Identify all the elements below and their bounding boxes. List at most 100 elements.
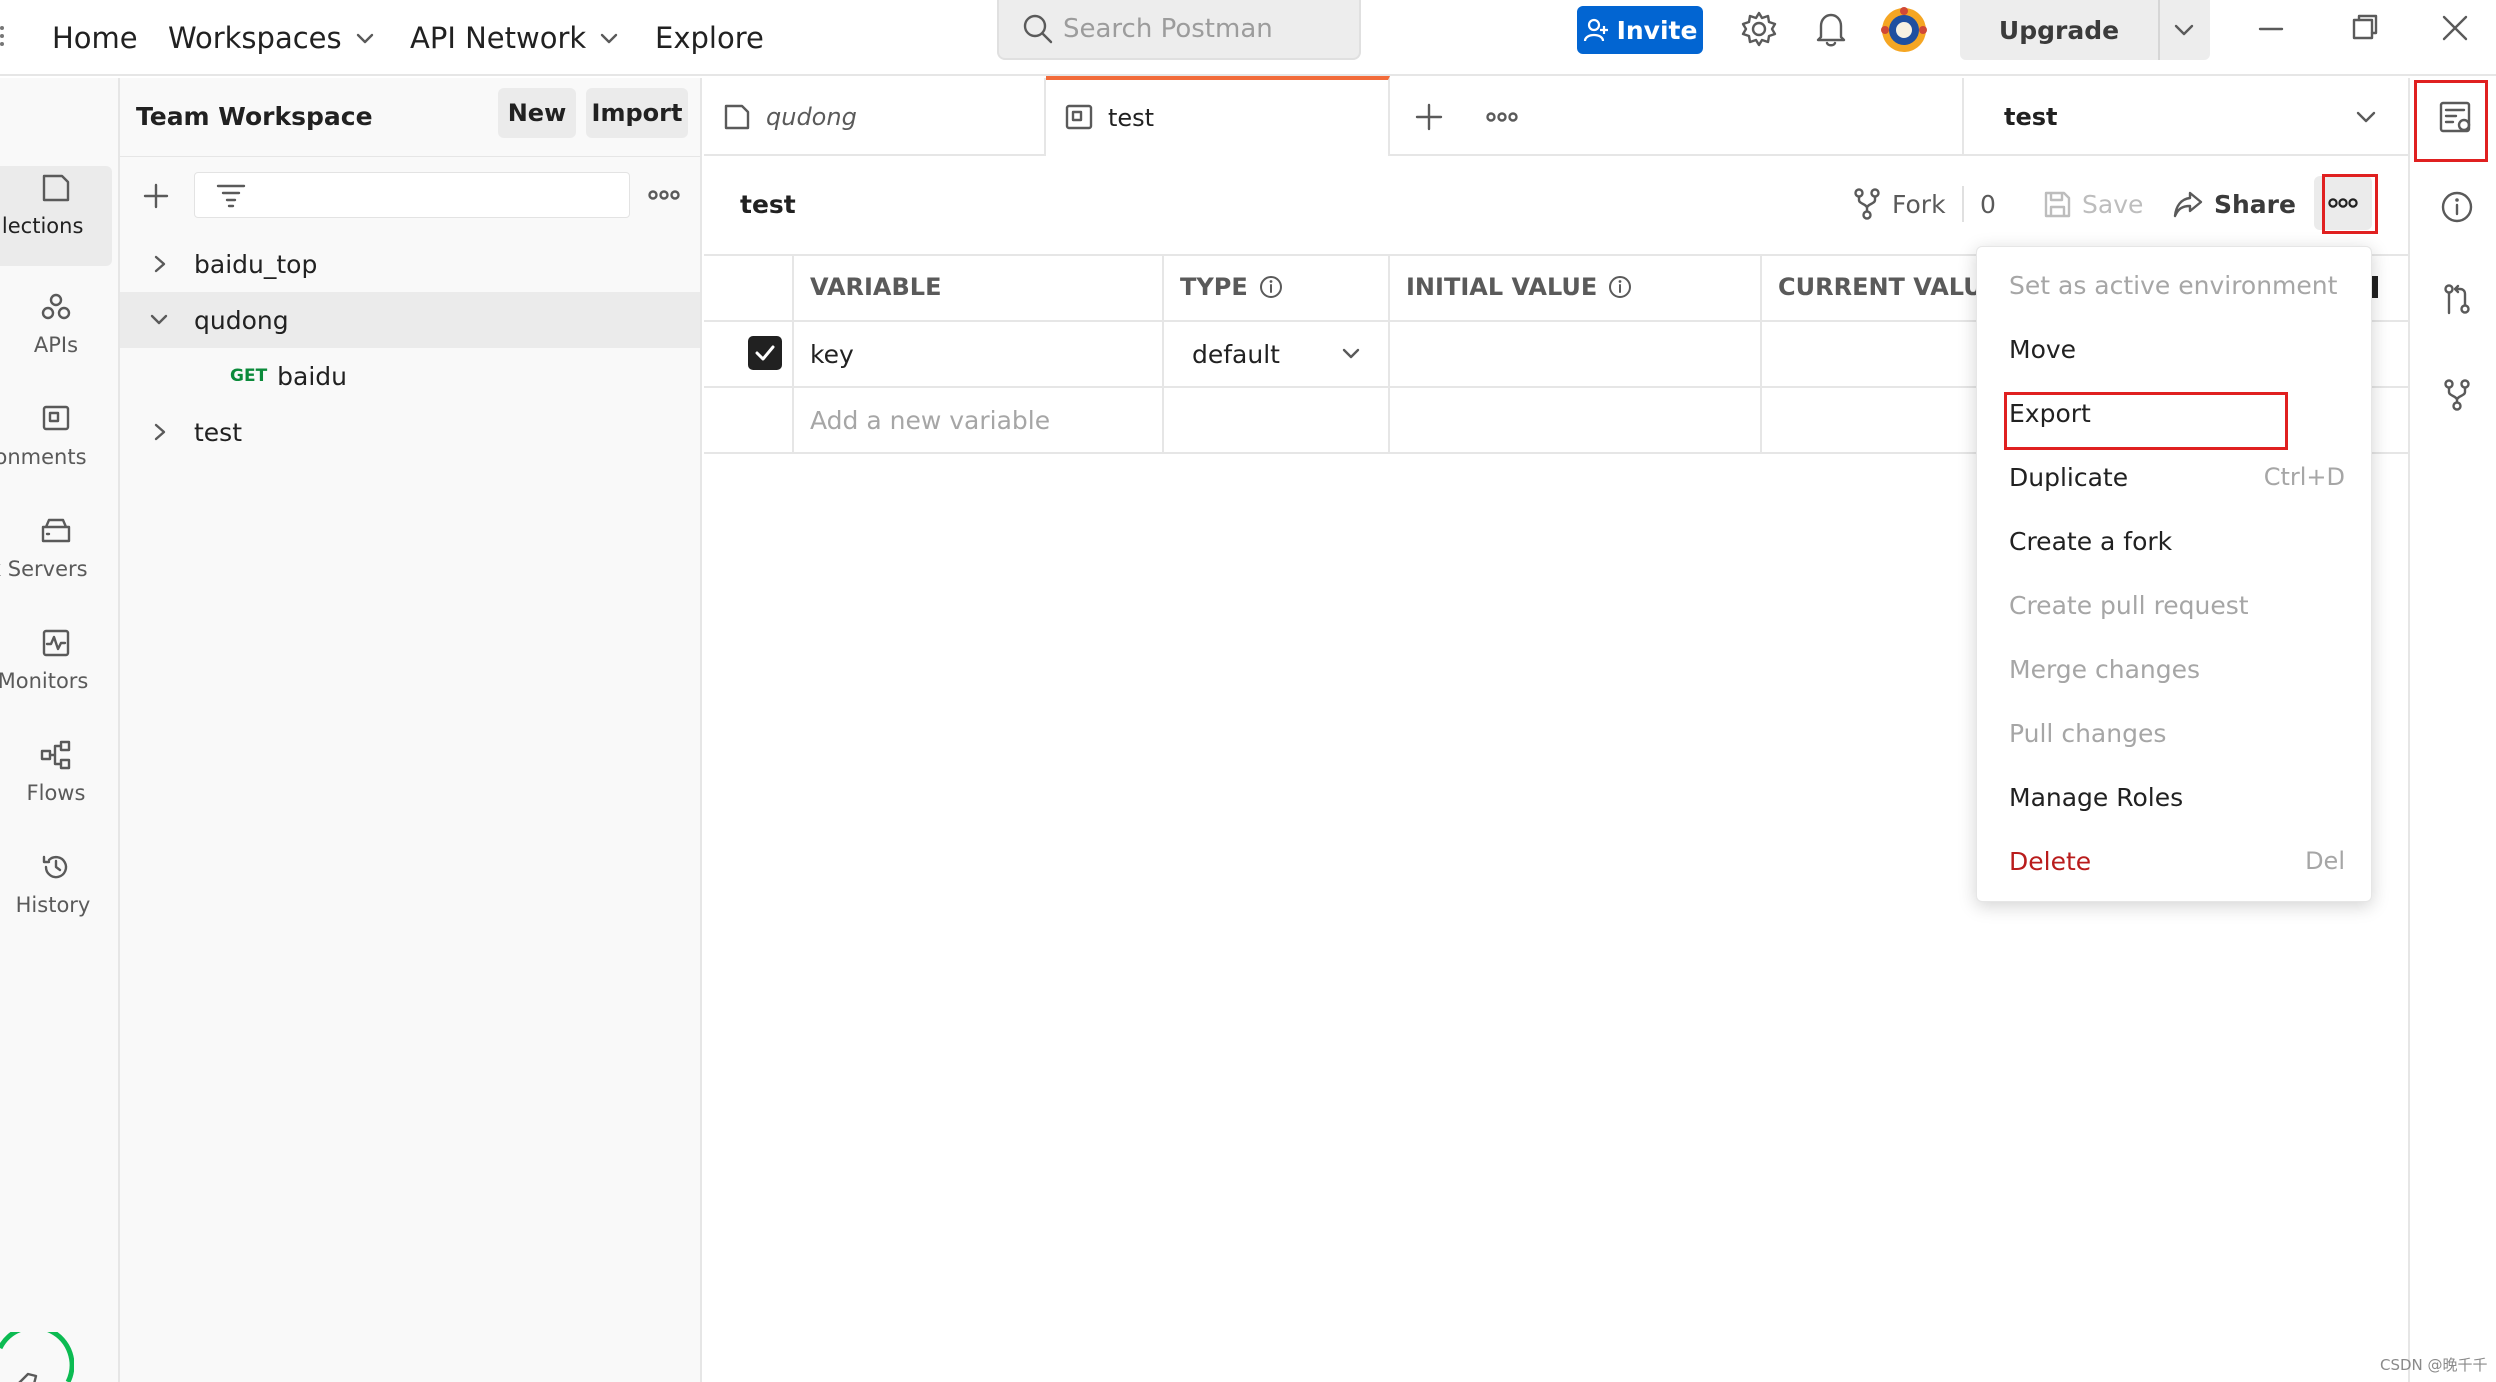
- menu-item-shortcut: Del: [2305, 847, 2345, 875]
- upgrade-button[interactable]: Upgrade: [1960, 0, 2210, 60]
- chevron-right-icon: [154, 255, 166, 273]
- menu-item-shortcut: Ctrl+D: [2263, 463, 2345, 491]
- tree-item-qudong[interactable]: qudong: [120, 292, 700, 348]
- workspace-title: Team Workspace: [136, 102, 373, 131]
- highlight-box-quick-look: [2414, 80, 2488, 162]
- variable-name-cell[interactable]: key: [810, 322, 854, 386]
- rail-flows[interactable]: Flows: [0, 722, 112, 822]
- invite-label: Invite: [1616, 15, 1698, 45]
- tree-item-baidu-request[interactable]: GET baidu: [120, 348, 700, 404]
- menu-item-label: Pull changes: [2009, 718, 2167, 748]
- notifications-bell-icon[interactable]: [1813, 10, 1849, 48]
- new-button[interactable]: New: [498, 88, 576, 138]
- invite-button[interactable]: Invite: [1577, 6, 1703, 54]
- rail-monitors[interactable]: Monitors: [0, 610, 112, 710]
- menu-item-duplicate[interactable]: Duplicate Ctrl+D: [2009, 447, 2345, 507]
- close-window-icon[interactable]: [2440, 13, 2470, 43]
- menu-item-pull-changes[interactable]: Pull changes: [2009, 703, 2345, 763]
- collection-tab-icon: [724, 104, 750, 130]
- fork-icon: [1854, 188, 1880, 220]
- chevron-down-icon: [150, 314, 168, 325]
- column-header-label: CURRENT VALUE: [1778, 273, 2000, 301]
- table-column-divider: [1388, 254, 1390, 454]
- avatar[interactable]: [1880, 6, 1928, 54]
- column-options-icon[interactable]: [2372, 276, 2378, 298]
- highlight-box-export: [2004, 392, 2288, 450]
- share-icon: [2173, 191, 2203, 218]
- minimize-window-icon[interactable]: [2256, 14, 2286, 44]
- new-tab-icon[interactable]: [1414, 102, 1444, 132]
- restore-window-icon[interactable]: [2350, 12, 2380, 42]
- more-options-icon[interactable]: [648, 186, 680, 204]
- nav-workspaces[interactable]: Workspaces: [168, 10, 376, 66]
- tab-options-icon[interactable]: [1486, 108, 1518, 126]
- initial-value-cell[interactable]: [1406, 322, 1746, 386]
- left-rail: Collections APIs Environments Mock Serve…: [0, 78, 120, 1382]
- bootcamp-rocket-icon[interactable]: [0, 1332, 74, 1382]
- menu-item-label: Delete: [2009, 846, 2092, 876]
- add-collection-icon[interactable]: [142, 182, 170, 210]
- search-input[interactable]: Search Postman: [997, 0, 1361, 60]
- tab-qudong[interactable]: qudong: [704, 78, 1046, 156]
- share-button[interactable]: Share: [2172, 178, 2296, 230]
- rail-collections-label: Collections: [0, 214, 84, 238]
- sidebar-divider: [120, 156, 700, 157]
- nav-workspaces-label: Workspaces: [168, 21, 342, 55]
- nav-home[interactable]: Home: [52, 10, 138, 66]
- variable-type-value: default: [1192, 339, 1280, 369]
- environment-selector-value: test: [2004, 103, 2058, 131]
- environment-name[interactable]: test: [740, 190, 796, 219]
- rail-history[interactable]: History: [0, 834, 112, 934]
- add-variable-input[interactable]: Add a new variable: [810, 388, 1050, 452]
- upgrade-label: Upgrade: [1998, 15, 2120, 45]
- menu-item-manage-roles[interactable]: Manage Roles: [2009, 767, 2345, 827]
- variable-type-select[interactable]: default: [1192, 322, 1362, 386]
- filter-input[interactable]: [194, 172, 630, 218]
- nav-explore[interactable]: Explore: [655, 10, 764, 66]
- fork-icon[interactable]: [2440, 378, 2474, 412]
- fork-button[interactable]: Fork: [1852, 178, 1946, 230]
- menu-item-create-pull-request[interactable]: Create pull request: [2009, 575, 2345, 635]
- menu-item-label: Duplicate: [2009, 462, 2129, 492]
- rail-mock-servers[interactable]: Mock Servers: [0, 498, 112, 598]
- rail-apis-label: APIs: [33, 333, 79, 357]
- menu-item-set-active[interactable]: Set as active environment: [2009, 255, 2345, 315]
- rail-monitors-label: Monitors: [0, 669, 89, 693]
- rail-collections[interactable]: Collections: [0, 166, 112, 266]
- request-method-badge: GET: [230, 366, 268, 386]
- menu-item-label: Create pull request: [2009, 590, 2249, 620]
- menu-item-move[interactable]: Move: [2009, 319, 2345, 379]
- rail-environments[interactable]: Environments: [0, 386, 112, 486]
- info-icon[interactable]: [1258, 274, 1284, 300]
- nav-api-network[interactable]: API Network: [410, 10, 620, 66]
- column-header-label: TYPE: [1180, 273, 1248, 301]
- menu-item-delete[interactable]: Delete Del: [2009, 831, 2345, 891]
- rail-history-label: History: [15, 893, 91, 917]
- settings-gear-icon[interactable]: [1740, 10, 1778, 48]
- info-icon[interactable]: [2440, 190, 2474, 224]
- tab-test[interactable]: test: [1046, 76, 1390, 156]
- upgrade-divider: [2158, 0, 2160, 60]
- pull-request-icon[interactable]: [2440, 282, 2474, 316]
- menu-item-merge-changes[interactable]: Merge changes: [2009, 639, 2345, 699]
- environments-icon: [42, 405, 70, 431]
- variable-enabled-checkbox[interactable]: [748, 336, 782, 370]
- chevron-down-icon: [1342, 348, 1360, 359]
- nav-api-network-label: API Network: [410, 21, 587, 55]
- environment-selector[interactable]: test: [1962, 78, 2408, 156]
- monitors-icon: [42, 629, 70, 657]
- rail-mock-servers-label: Mock Servers: [0, 557, 88, 581]
- menu-item-label: Set as active environment: [2009, 270, 2338, 300]
- chevron-down-icon[interactable]: [2172, 19, 2196, 41]
- tree-item-test[interactable]: test: [120, 404, 700, 460]
- rail-apis[interactable]: APIs: [0, 274, 112, 374]
- save-button[interactable]: Save: [2042, 178, 2143, 230]
- tree-item-baidu-top[interactable]: baidu_top: [120, 236, 700, 292]
- mock-servers-icon: [41, 518, 71, 543]
- collections-icon: [42, 174, 70, 202]
- menu-item-create-fork[interactable]: Create a fork: [2009, 511, 2345, 571]
- nav-explore-label: Explore: [655, 21, 764, 55]
- import-button[interactable]: Import: [586, 88, 688, 138]
- save-label: Save: [2082, 189, 2144, 219]
- info-icon[interactable]: [1607, 274, 1633, 300]
